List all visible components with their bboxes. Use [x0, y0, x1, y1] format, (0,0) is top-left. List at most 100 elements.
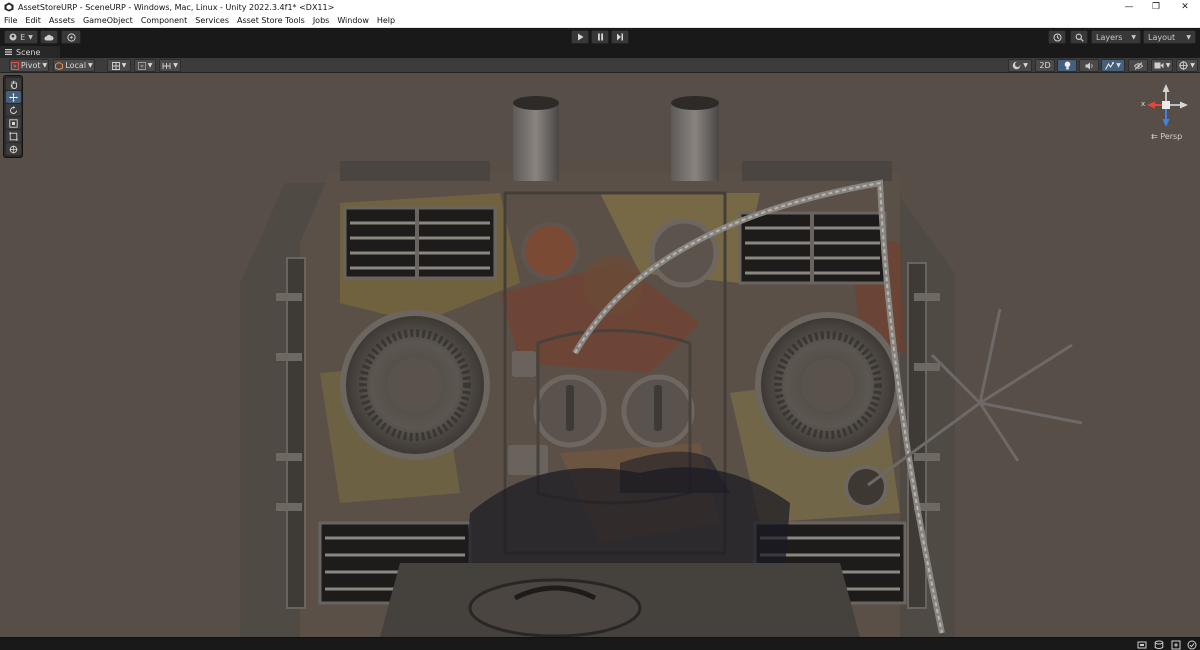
chevron-down-icon: ▼	[121, 62, 127, 69]
gizmos-icon	[1179, 61, 1189, 70]
search-button[interactable]	[1070, 30, 1088, 44]
menu-assets[interactable]: Assets	[45, 15, 79, 27]
pause-button[interactable]	[591, 30, 609, 44]
gizmo-center-cube[interactable]	[1162, 101, 1170, 109]
local-dropdown[interactable]: Local ▼	[53, 59, 95, 72]
unity-logo-icon	[4, 2, 14, 12]
snap-settings-dropdown[interactable]: ▼	[159, 59, 181, 72]
scene-icon	[5, 49, 12, 55]
effects-icon	[1105, 61, 1115, 70]
chevron-down-icon: ▼	[28, 33, 33, 41]
persp-label: Persp	[1160, 132, 1183, 141]
account-dropdown[interactable]: E ▼	[4, 30, 38, 44]
status-cache-icon[interactable]	[1154, 640, 1164, 650]
camera-settings-dropdown[interactable]: ▼	[1151, 59, 1173, 72]
step-button[interactable]	[611, 30, 629, 44]
menu-asset-store-tools[interactable]: Asset Store Tools	[233, 15, 309, 27]
snap-settings-icon	[162, 62, 171, 69]
gizmos-dropdown[interactable]: ▼	[1176, 59, 1198, 72]
eye-slash-icon	[1133, 61, 1143, 70]
gizmo-x-cone[interactable]	[1147, 101, 1155, 109]
menu-services[interactable]: Services	[191, 15, 233, 27]
collab-button[interactable]	[61, 30, 81, 44]
menu-component[interactable]: Component	[137, 15, 191, 27]
increment-snap-dropdown[interactable]: ▼	[134, 59, 156, 72]
scene-tab-bar: Scene	[0, 46, 1200, 58]
menu-gameobject[interactable]: GameObject	[79, 15, 137, 27]
camera-icon	[1154, 62, 1164, 69]
title-bar: AssetStoreURP - SceneURP - Windows, Mac,…	[0, 0, 1200, 14]
persp-icon: ⇇	[1151, 132, 1158, 141]
layers-dropdown[interactable]: Layers ▼	[1091, 30, 1141, 44]
play-button[interactable]	[571, 30, 589, 44]
chevron-down-icon: ▼	[1190, 62, 1195, 69]
grid-icon	[111, 61, 120, 70]
chevron-down-icon: ▼	[1131, 33, 1136, 41]
grid-snap-dropdown[interactable]: ▼	[107, 59, 131, 72]
rect-transform-icon	[9, 131, 18, 141]
tank-model[interactable]	[0, 73, 1200, 637]
draw-mode-dropdown[interactable]: ▼	[1008, 59, 1032, 72]
scene-toolbar: Pivot ▼ Local ▼ ▼ ▼ ▼ ▼ 2D ▼ ▼ ▼	[0, 58, 1200, 73]
search-icon	[1075, 33, 1084, 42]
layers-label: Layers	[1096, 32, 1123, 42]
gizmo-neg-x-cone[interactable]	[1180, 101, 1188, 109]
move-tool-button[interactable]	[6, 91, 21, 103]
audio-toggle[interactable]	[1079, 59, 1099, 72]
gizmo-y-cone[interactable]	[1162, 84, 1170, 92]
chevron-down-icon: ▼	[147, 62, 153, 69]
lighting-toggle[interactable]	[1057, 59, 1077, 72]
cloud-button[interactable]	[40, 30, 58, 44]
transform-tool-button[interactable]	[6, 143, 21, 155]
menu-window[interactable]: Window	[333, 15, 373, 27]
status-check-icon[interactable]	[1187, 640, 1197, 650]
rotate-tool-button[interactable]	[6, 104, 21, 116]
pivot-dropdown[interactable]: Pivot ▼	[9, 59, 49, 72]
minimize-icon[interactable]: —	[1116, 0, 1142, 14]
rect-tool-button[interactable]	[6, 130, 21, 142]
scale-tool-button[interactable]	[6, 117, 21, 129]
layout-label: Layout	[1148, 32, 1176, 42]
menu-jobs[interactable]: Jobs	[309, 15, 334, 27]
status-network-icon[interactable]	[1171, 640, 1181, 650]
projection-toggle[interactable]: ⇇ Persp	[1151, 132, 1182, 141]
transform-icon	[9, 145, 18, 153]
menu-help[interactable]: Help	[373, 15, 399, 27]
speaker-icon	[1085, 62, 1093, 69]
snap-increment-icon	[137, 61, 146, 70]
undo-history-button[interactable]	[1048, 30, 1066, 44]
status-bar	[0, 637, 1200, 650]
close-icon[interactable]: ✕	[1172, 0, 1198, 14]
mode-2d-toggle[interactable]: 2D	[1035, 59, 1055, 72]
scale-icon	[9, 118, 18, 128]
local-label: Local	[65, 61, 87, 70]
restore-icon[interactable]: ❐	[1143, 0, 1169, 14]
window-title: AssetStoreURP - SceneURP - Windows, Mac,…	[18, 2, 335, 12]
hand-tool-button[interactable]	[6, 78, 21, 90]
local-icon	[55, 61, 64, 70]
hidden-objects-toggle[interactable]	[1128, 59, 1148, 72]
step-icon	[617, 33, 623, 41]
pivot-label: Pivot	[20, 61, 41, 70]
lightbulb-icon	[1064, 61, 1070, 70]
chevron-down-icon: ▼	[173, 62, 178, 69]
shading-sphere-icon	[1012, 61, 1021, 70]
menu-bar: File Edit Assets GameObject Component Se…	[0, 14, 1200, 28]
pivot-icon	[10, 61, 19, 70]
status-bug-icon[interactable]	[1137, 640, 1147, 650]
effects-dropdown[interactable]: ▼	[1101, 59, 1125, 72]
transform-tool-palette	[3, 75, 23, 158]
main-toolbar: E ▼ Layers ▼ Layout ▼	[0, 28, 1200, 46]
chevron-down-icon: ▼	[42, 62, 48, 69]
account-icon	[9, 33, 17, 41]
scene-viewport[interactable]: x ⇇ Persp	[0, 73, 1200, 637]
layout-dropdown[interactable]: Layout ▼	[1143, 30, 1196, 44]
gizmo-x-label: x	[1141, 100, 1146, 108]
menu-edit[interactable]: Edit	[21, 15, 45, 27]
menu-file[interactable]: File	[0, 15, 21, 27]
history-icon	[1053, 33, 1061, 41]
move-icon	[9, 92, 18, 102]
chevron-down-icon: ▼	[1186, 33, 1191, 41]
gizmo-z-cone[interactable]	[1162, 119, 1170, 127]
tab-scene[interactable]: Scene	[0, 46, 60, 58]
